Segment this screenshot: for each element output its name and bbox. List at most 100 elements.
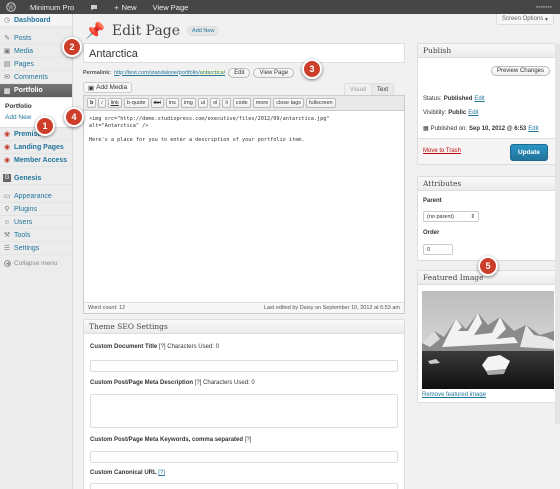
svg-text:W: W: [8, 4, 15, 11]
view-page-label: View Page: [152, 2, 189, 12]
visibility-row: Visibility: Public Edit: [423, 110, 479, 116]
visibility-edit-link[interactable]: Edit: [468, 110, 478, 116]
quicktag-link-button[interactable]: link: [107, 98, 122, 108]
editor-tabs: ▣ Add Media Visual Text: [83, 80, 405, 95]
site-name-link[interactable]: Minimum Pro: [22, 0, 82, 14]
quicktag-close-tags-button[interactable]: close tags: [273, 98, 305, 108]
featured-image-thumbnail[interactable]: [422, 291, 554, 389]
parent-select[interactable]: (no parent) ⇕: [423, 211, 479, 222]
meta-keywords-input[interactable]: [90, 451, 398, 463]
plus-icon: +: [114, 2, 119, 12]
sidebar-item-label: Appearance: [14, 192, 52, 200]
new-label: New: [121, 2, 137, 12]
published-edit-link[interactable]: Edit: [528, 126, 538, 132]
permalink-slug: antarctica: [199, 69, 224, 76]
quicktag-bold-button[interactable]: b: [87, 98, 97, 108]
sidebar-item-label: Landing Pages: [14, 143, 64, 151]
page-scrollbar[interactable]: [555, 44, 560, 424]
move-to-trash-link[interactable]: Move to Trash: [423, 148, 461, 154]
meta-desc-note: [?] Characters Used: 0: [194, 380, 255, 386]
sidebar-item-posts[interactable]: ✎ Posts: [0, 32, 72, 45]
sidebar-item-member-access[interactable]: ◉ Member Access: [0, 154, 72, 167]
sidebar-item-portfolio[interactable]: ▦ Portfolio: [0, 84, 72, 98]
last-edited: Last edited by Daisy on September 10, 20…: [263, 305, 400, 311]
remove-featured-image-link[interactable]: Remove featured image: [422, 392, 486, 398]
add-media-button[interactable]: ▣ Add Media: [83, 82, 133, 93]
sidebar-item-landing-pages[interactable]: ◉ Landing Pages: [0, 141, 72, 154]
quicktag-code-button[interactable]: code: [232, 98, 251, 108]
permalink-edit-button[interactable]: Edit: [228, 67, 251, 78]
view-page-link[interactable]: View Page: [145, 0, 197, 14]
media-icon: ▣: [3, 48, 11, 55]
howdy-user[interactable]: ▪▪▪▪▪▪▪: [528, 0, 560, 14]
callout-marker-5: 5: [478, 256, 498, 276]
permalink-link[interactable]: http://test.com/standalone/portfolio/ant…: [114, 69, 225, 76]
callout-marker-1: 1: [35, 116, 55, 136]
post-title-input[interactable]: Antarctica: [83, 43, 405, 63]
sidebar-item-genesis[interactable]: G Genesis: [0, 172, 72, 185]
sidebar-item-settings[interactable]: ☰ Settings: [0, 242, 72, 255]
admin-bar: W Minimum Pro + New View Page ▪▪▪▪▪▪▪: [0, 0, 560, 14]
new-content-link[interactable]: + New: [106, 0, 144, 14]
quicktag-blockquote-button[interactable]: b-quote: [123, 98, 149, 108]
published-label: Published on:: [430, 125, 468, 132]
tools-icon: ⚒: [3, 232, 11, 239]
pin-icon: ✎: [4, 35, 10, 42]
sidebar-item-appearance[interactable]: ▭ Appearance: [0, 190, 72, 203]
sidebar-item-label: Dashboard: [14, 16, 51, 24]
editor-textarea[interactable]: <img src="http://demo.studiopress.com/ex…: [84, 111, 404, 149]
sidebar-item-label: Users: [14, 218, 33, 226]
status-row: Status: Published Edit: [423, 96, 485, 102]
quicktag-ins-button[interactable]: ins: [165, 98, 179, 108]
tab-visual[interactable]: Visual: [343, 83, 372, 95]
view-page-button[interactable]: View Page: [253, 67, 295, 78]
appearance-icon: ▭: [3, 193, 11, 200]
sidebar-item-tools[interactable]: ⚒ Tools: [0, 229, 72, 242]
published-value: Sep 10, 2012 @ 6:53: [469, 125, 527, 132]
sidebar-item-dashboard[interactable]: ◷ Dashboard: [0, 14, 72, 27]
sidebar-item-plugins[interactable]: ⚲ Plugins: [0, 203, 72, 216]
site-name: Minimum Pro: [30, 2, 75, 12]
comments-link[interactable]: [82, 0, 106, 14]
quicktag-italic-button[interactable]: i: [98, 98, 106, 108]
sidebar-item-label: Comments: [14, 73, 48, 81]
keywords-label: Custom Post/Page Meta Keywords, comma se…: [90, 437, 251, 443]
add-new-button[interactable]: Add New: [187, 26, 220, 36]
submenu-portfolio-link[interactable]: Portfolio: [5, 101, 72, 112]
update-button[interactable]: Update: [509, 144, 548, 161]
calendar-icon: ▦: [423, 126, 429, 132]
seo-box-title: Theme SEO Settings: [84, 320, 404, 334]
comment-icon: ✉: [4, 74, 10, 81]
collapse-menu-button[interactable]: ◀ Collapse menu: [0, 255, 72, 267]
status-value: Published: [443, 96, 473, 102]
sidebar-item-comments[interactable]: ✉ Comments: [0, 71, 72, 84]
sidebar-item-users[interactable]: ☺ Users: [0, 216, 72, 229]
canonical-label-text: Custom Canonical URL: [90, 470, 157, 476]
sidebar-item-label: Genesis: [14, 174, 42, 182]
meta-description-textarea[interactable]: [90, 394, 398, 428]
canonical-label: Custom Canonical URL [?]: [90, 470, 165, 476]
quicktag-img-button[interactable]: img: [180, 98, 196, 108]
doc-title-input[interactable]: [90, 360, 398, 372]
quicktag-ol-button[interactable]: ol: [210, 98, 221, 108]
quicktag-fullscreen-button[interactable]: fullscreen: [306, 98, 336, 108]
attributes-box-title: Attributes: [418, 177, 555, 191]
wordpress-logo-icon[interactable]: W: [0, 0, 22, 14]
tab-text[interactable]: Text: [370, 83, 394, 95]
sidebar-item-pages[interactable]: ▤ Pages: [0, 58, 72, 71]
sidebar-item-label: Media: [14, 47, 34, 55]
preview-changes-button[interactable]: Preview Changes: [490, 66, 550, 76]
collapse-arrow-icon: ◀: [4, 260, 11, 267]
sidebar-item-label: Portfolio: [14, 87, 43, 94]
order-input[interactable]: 0: [423, 244, 453, 255]
canonical-url-input[interactable]: [90, 483, 398, 489]
quicktag-ul-button[interactable]: ul: [197, 98, 209, 108]
pushpin-icon: 📌: [85, 23, 105, 40]
sidebar-item-label: Posts: [14, 34, 32, 42]
quicktag-del-button[interactable]: del: [150, 98, 164, 108]
quicktag-li-button[interactable]: li: [222, 98, 231, 108]
comment-bubble-icon: [91, 4, 98, 10]
canonical-help-link[interactable]: [?]: [158, 470, 165, 476]
quicktag-more-button[interactable]: more: [252, 98, 272, 108]
status-edit-link[interactable]: Edit: [474, 96, 484, 102]
